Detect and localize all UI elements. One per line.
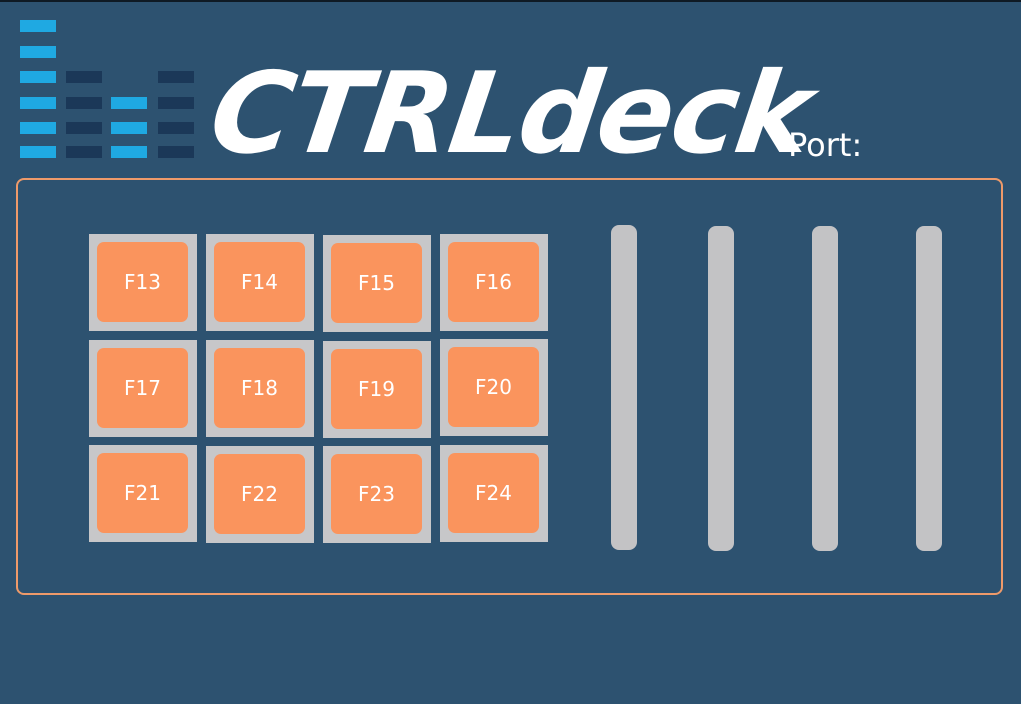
pad-button-f17[interactable]: F17 <box>97 348 188 428</box>
pad-cell-f19: F19 <box>323 341 431 438</box>
pad-cell-f17: F17 <box>89 340 197 437</box>
pad-cell-f21: F21 <box>89 445 197 542</box>
pad-cell-f18: F18 <box>206 340 314 437</box>
pad-button-f14[interactable]: F14 <box>214 242 305 322</box>
slider-3[interactable] <box>812 226 838 551</box>
pad-button-f22[interactable]: F22 <box>214 454 305 534</box>
port-label: Port: <box>788 126 863 164</box>
slider-4[interactable] <box>916 226 942 551</box>
pad-button-f24[interactable]: F24 <box>448 453 539 533</box>
slider-2[interactable] <box>708 226 734 551</box>
pad-cell-f13: F13 <box>89 234 197 331</box>
top-border-line <box>0 0 1021 2</box>
pad-button-f21[interactable]: F21 <box>97 453 188 533</box>
pad-button-f18[interactable]: F18 <box>214 348 305 428</box>
equalizer-bars-icon <box>20 20 200 160</box>
pad-cell-f14: F14 <box>206 234 314 331</box>
logo-text: CTRLdeck <box>202 49 819 179</box>
pad-cell-f23: F23 <box>323 446 431 543</box>
pad-button-f13[interactable]: F13 <box>97 242 188 322</box>
pad-cell-f16: F16 <box>440 234 548 331</box>
pad-cell-f22: F22 <box>206 446 314 543</box>
pad-button-f20[interactable]: F20 <box>448 347 539 427</box>
pad-button-f16[interactable]: F16 <box>448 242 539 322</box>
pad-button-f15[interactable]: F15 <box>331 243 422 323</box>
pad-button-f19[interactable]: F19 <box>331 349 422 429</box>
pad-cell-f24: F24 <box>440 445 548 542</box>
pad-cell-f15: F15 <box>323 235 431 332</box>
pad-button-f23[interactable]: F23 <box>331 454 422 534</box>
pad-cell-f20: F20 <box>440 339 548 436</box>
slider-1[interactable] <box>611 225 637 550</box>
